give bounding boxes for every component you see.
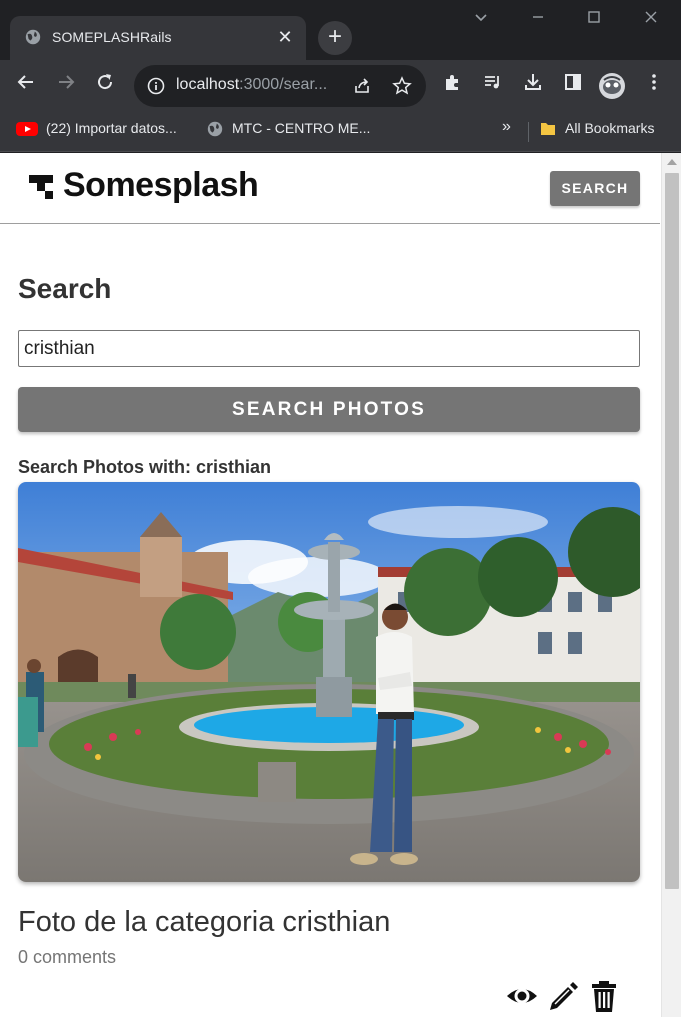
pencil-icon[interactable]: [546, 979, 580, 1013]
download-icon[interactable]: [519, 72, 547, 100]
bookmarks-overflow-button[interactable]: »: [502, 118, 511, 136]
site-navbar: Somesplash SEARCH: [0, 153, 660, 224]
globe-icon: [207, 122, 223, 137]
back-icon[interactable]: [12, 72, 40, 100]
info-icon[interactable]: [146, 76, 166, 96]
share-icon[interactable]: [352, 76, 372, 96]
scroll-up-arrow-icon[interactable]: [667, 159, 677, 165]
nav-search-button[interactable]: SEARCH: [550, 171, 640, 206]
browser-toolbar: localhost:3000/sear...: [0, 60, 681, 112]
scroll-thumb[interactable]: [665, 173, 679, 889]
browser-tabstrip: SOMEPLASHRails ✕ +: [0, 0, 681, 60]
side-panel-icon[interactable]: [559, 72, 587, 100]
tab-search-icon[interactable]: [468, 8, 494, 32]
brand-logo-icon[interactable]: [29, 175, 53, 199]
bookmark-label: (22) Importar datos...: [46, 120, 177, 136]
star-icon[interactable]: [392, 76, 412, 96]
bookmarks-divider: [528, 122, 529, 142]
trash-icon[interactable]: [587, 979, 621, 1013]
new-tab-button[interactable]: +: [318, 21, 352, 55]
url-text[interactable]: localhost:3000/sear...: [176, 76, 327, 94]
browser-tab[interactable]: SOMEPLASHRails ✕: [10, 16, 306, 60]
globe-icon: [25, 29, 41, 45]
media-queue-icon[interactable]: [479, 72, 507, 100]
plaza-fountain-photo: [18, 482, 640, 882]
folder-icon: [541, 123, 555, 136]
forward-icon[interactable]: [52, 72, 80, 100]
window-close-icon[interactable]: [638, 8, 664, 32]
all-bookmarks-folder[interactable]: All Bookmarks: [539, 120, 654, 138]
tab-title: SOMEPLASHRails: [52, 29, 172, 45]
close-icon[interactable]: ✕: [274, 26, 296, 48]
results-heading: Search Photos with: cristhian: [18, 457, 272, 477]
photo-title[interactable]: Foto de la categoria cristhian: [18, 906, 390, 939]
extensions-icon[interactable]: [439, 72, 467, 100]
bookmark-item[interactable]: (22) Importar datos...: [16, 120, 177, 137]
minimize-icon[interactable]: [525, 8, 551, 32]
all-bookmarks-label: All Bookmarks: [565, 120, 655, 136]
maximize-icon[interactable]: [581, 8, 607, 32]
reload-icon[interactable]: [91, 72, 119, 100]
menu-kebab-icon[interactable]: [640, 72, 668, 100]
bookmark-item[interactable]: MTC - CENTRO ME...: [206, 120, 370, 138]
photo-image[interactable]: [18, 482, 640, 882]
bookmark-label: MTC - CENTRO ME...: [232, 120, 371, 136]
search-photos-button[interactable]: SEARCH PHOTOS: [18, 387, 640, 432]
bookmarks-bar: (22) Importar datos... MTC - CENTRO ME..…: [0, 112, 681, 152]
eye-icon[interactable]: [505, 979, 539, 1013]
photo-comments-count[interactable]: 0 comments: [18, 947, 116, 968]
page-scrollbar[interactable]: [661, 153, 681, 1017]
page-viewport: Somesplash SEARCH Search SEARCH PHOTOS S…: [0, 153, 681, 1017]
profile-avatar[interactable]: [598, 72, 626, 100]
search-input[interactable]: [18, 330, 640, 367]
youtube-icon: [16, 122, 38, 137]
brand-name[interactable]: Somesplash: [63, 166, 259, 205]
address-bar[interactable]: localhost:3000/sear...: [134, 65, 426, 107]
page-title: Search: [18, 273, 112, 304]
